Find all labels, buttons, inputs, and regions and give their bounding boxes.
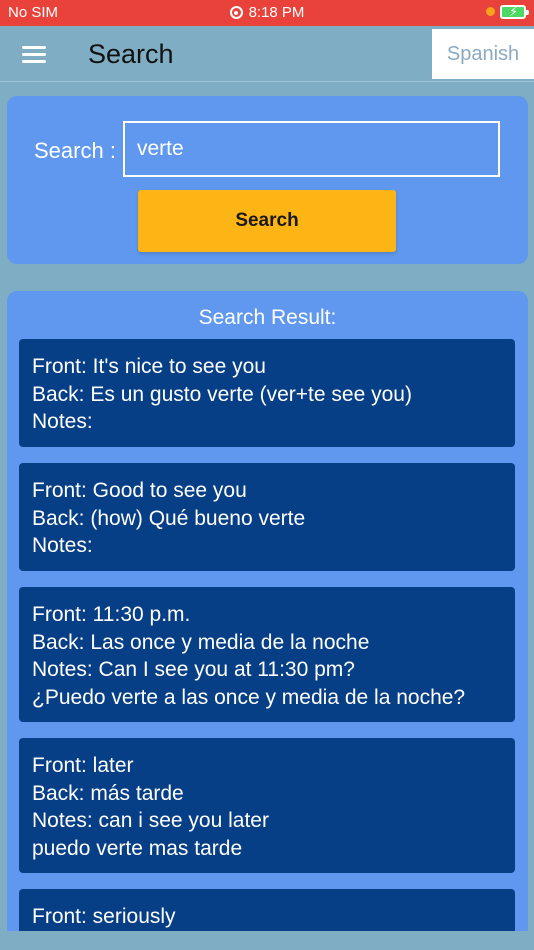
search-label: Search : <box>34 138 116 163</box>
battery-charging-icon: ⚡ <box>500 4 529 19</box>
result-card[interactable]: Front: 11:30 p.m. Back: Las once y media… <box>19 587 515 722</box>
card-notes: Notes: <box>32 410 93 433</box>
card-back: Back: Es un gusto verte (ver+te see you) <box>32 382 412 406</box>
app-header: Search Spanish <box>0 26 534 82</box>
search-button[interactable]: Search <box>138 190 396 252</box>
card-notes: Notes: <box>32 534 93 557</box>
screen-record-icon <box>229 6 243 19</box>
result-card[interactable]: Front: seriously <box>19 889 515 931</box>
status-time: 8:18 PM <box>248 4 305 21</box>
card-back: Back: Las once y media de la noche <box>32 630 370 654</box>
card-front: Front: Good to see you <box>32 479 247 502</box>
result-card[interactable]: Front: later Back: más tarde Notes: can … <box>19 738 515 873</box>
card-notes: Notes: Can I see you at 11:30 pm? <box>32 658 355 681</box>
card-front: Front: later <box>32 754 134 777</box>
card-front: Front: 11:30 p.m. <box>32 603 191 626</box>
search-input[interactable] <box>123 121 500 177</box>
card-notes-extra: puedo verte mas tarde <box>32 836 243 860</box>
card-back: Back: (how) Qué bueno verte <box>32 506 306 530</box>
results-panel[interactable]: Search Result: Front: It's nice to see y… <box>7 291 528 931</box>
card-notes: Notes: can i see you later <box>32 809 269 832</box>
card-front: Front: It's nice to see you <box>32 355 266 378</box>
orange-dot-icon <box>486 7 495 16</box>
language-button[interactable]: Spanish <box>432 29 534 79</box>
hamburger-menu-icon[interactable] <box>22 46 46 64</box>
card-back: Back: más tarde <box>32 781 184 805</box>
result-card[interactable]: Front: Good to see you Back: (how) Qué b… <box>19 463 515 571</box>
results-title: Search Result: <box>198 306 337 329</box>
status-bar: No SIM 8:18 PM ⚡ <box>0 0 534 26</box>
result-card[interactable]: Front: It's nice to see you Back: Es un … <box>19 339 515 447</box>
page-title: Search <box>88 39 174 69</box>
search-panel: Search : Search <box>7 96 528 264</box>
card-notes-extra: ¿Puedo verte a las once y media de la no… <box>32 685 466 709</box>
card-front: Front: seriously <box>32 905 176 928</box>
